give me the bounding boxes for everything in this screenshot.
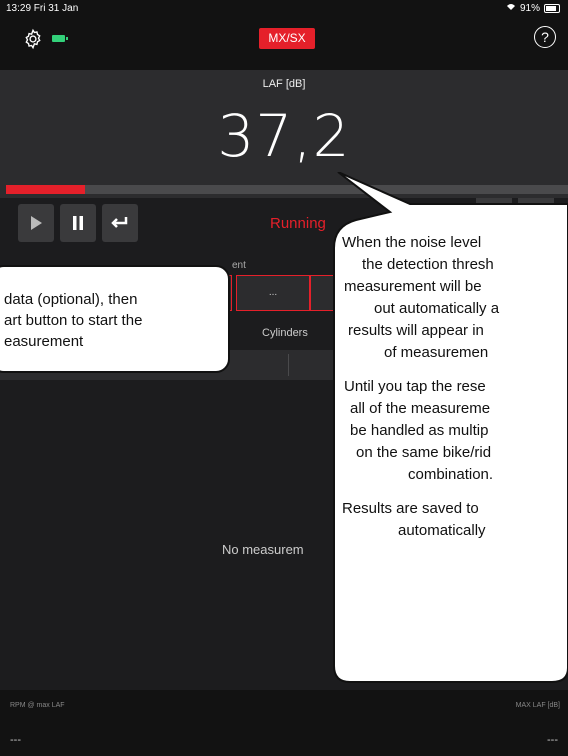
callout-line: all of the measureme <box>350 400 491 417</box>
tab-cylinders[interactable]: Cylinders <box>262 327 308 339</box>
max-laf-label: MAX LAF [dB] <box>515 702 560 709</box>
callout-line: Results are saved to <box>342 500 479 517</box>
callout-line: combination. <box>408 466 494 483</box>
callout-line: automatically <box>398 522 486 539</box>
footer: RPM @ max LAF MAX LAF [dB] --- --- <box>0 690 568 756</box>
column-divider <box>288 354 289 376</box>
setup-field-2[interactable]: ... <box>236 275 310 311</box>
gear-icon[interactable] <box>22 28 44 50</box>
pause-icon <box>73 216 83 230</box>
status-time: 13:29 Fri 31 Jan <box>6 3 79 14</box>
battery-percent: 91% <box>519 3 540 14</box>
callout-line: Until you tap the rese <box>344 378 486 395</box>
callout-line: When the noise level <box>342 234 482 251</box>
meter-value: 37,2 <box>217 102 351 170</box>
callout-left: data (optional), then art button to star… <box>0 265 230 373</box>
callout-left-line: art button to start the <box>4 312 143 329</box>
wifi-icon <box>506 3 516 14</box>
running-status: Running <box>270 215 326 232</box>
mode-button[interactable]: MX/SX <box>259 28 315 49</box>
help-button[interactable]: ? <box>534 26 556 48</box>
battery-icon <box>52 35 68 42</box>
max-laf-value: --- <box>547 734 558 746</box>
pause-button[interactable] <box>60 204 96 242</box>
reset-button[interactable] <box>102 204 138 242</box>
setup-label: ent <box>232 260 246 271</box>
callout-line: measurement will be <box>344 278 482 295</box>
rpm-value: --- <box>10 734 21 746</box>
nav-bar: MX/SX ? <box>0 18 568 70</box>
status-indicators: 91% <box>506 3 560 14</box>
meter-label: LAF [dB] <box>262 78 306 90</box>
callout-line: the detection thresh <box>362 256 494 273</box>
callout-left-line: easurement <box>4 333 84 350</box>
callout-line: out automatically a <box>374 300 500 317</box>
return-arrow-icon <box>111 217 128 228</box>
callout-line: on the same bike/rid <box>356 444 492 461</box>
callout-left-line: data (optional), then <box>4 291 138 308</box>
status-bar: 13:29 Fri 31 Jan 91% <box>0 0 568 18</box>
callout-line: of measuremen <box>384 344 489 361</box>
callout-line: results will appear in <box>348 322 484 339</box>
play-icon <box>31 216 42 230</box>
empty-state-text: No measurem <box>222 542 304 557</box>
play-button[interactable] <box>18 204 54 242</box>
level-bar-fill <box>6 185 85 194</box>
rpm-label: RPM @ max LAF <box>10 702 65 709</box>
callout-right-text: When the noise level the detection thres… <box>334 232 568 542</box>
callout-line: be handled as multip <box>350 422 489 439</box>
status-battery-icon <box>544 4 560 13</box>
